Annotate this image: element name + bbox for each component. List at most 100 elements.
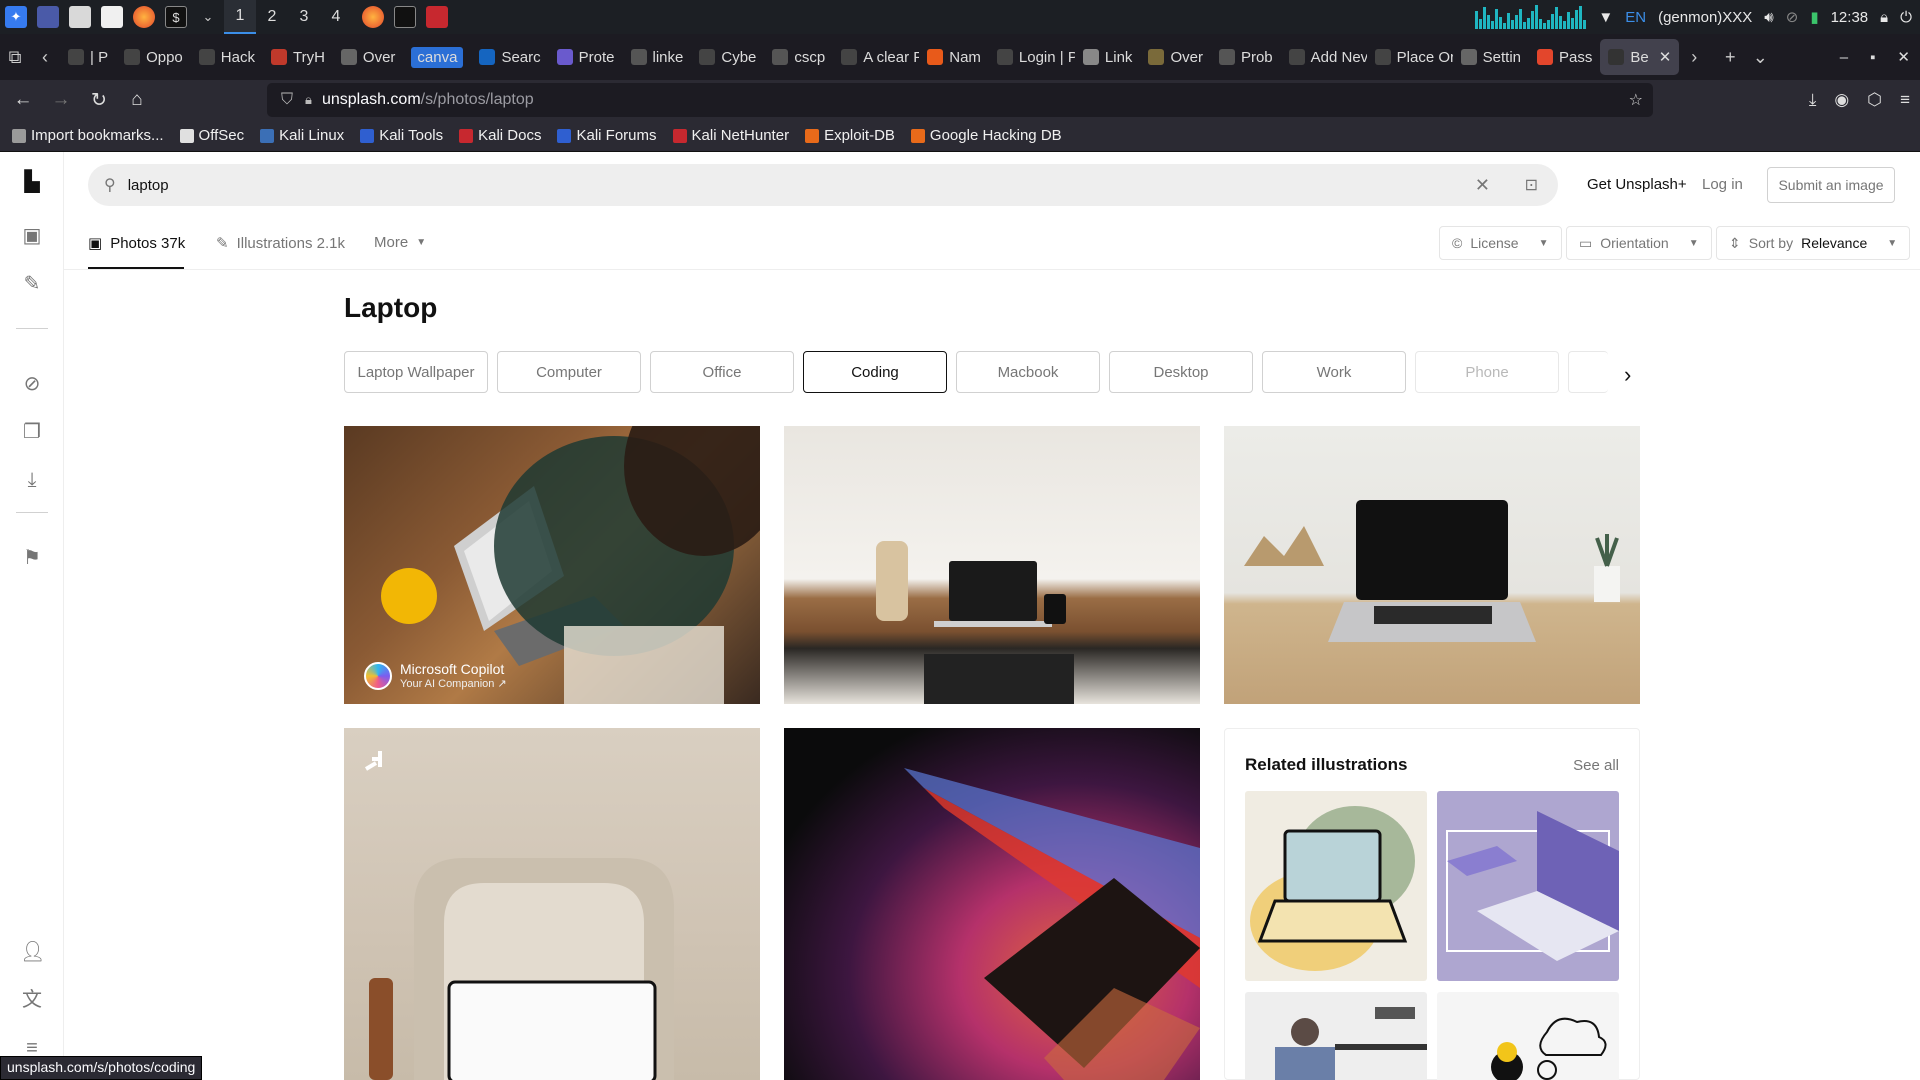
battery-icon[interactable]: ▮ [1810, 8, 1818, 26]
see-all-link[interactable]: See all [1573, 757, 1619, 774]
maximize-icon[interactable]: ▪ [1870, 49, 1875, 66]
firefox-window-icon[interactable] [362, 6, 384, 28]
sponsor-badge[interactable]: Microsoft Copilot Your AI Companion ↗ [364, 661, 507, 690]
files-icon[interactable] [69, 6, 91, 28]
photo-laptop-on-wooden-desk[interactable] [1224, 426, 1640, 704]
chip-coding[interactable]: Coding [803, 351, 947, 393]
firefox-icon[interactable] [133, 6, 155, 28]
browser-tab[interactable]: cscp [764, 39, 833, 75]
chevron-right-icon[interactable]: › [1624, 362, 1631, 388]
download-icon[interactable]: ⤓ [20, 468, 44, 492]
illustration-cloud-doodle[interactable] [1437, 992, 1619, 1080]
browser-tab[interactable]: Oppo [116, 39, 191, 75]
bookmark-item[interactable]: Google Hacking DB [910, 127, 1062, 144]
extensions-icon[interactable]: ⬡ [1867, 90, 1882, 110]
illustration-laptop-yellow[interactable] [1245, 791, 1427, 981]
explore-compass-icon[interactable]: ⊘ [20, 372, 44, 396]
app-window-icon[interactable] [426, 6, 448, 28]
bookmark-icon[interactable]: ⚑ [20, 546, 44, 570]
bookmark-item[interactable]: Kali Linux [260, 127, 344, 144]
workspace-2[interactable]: 2 [256, 8, 288, 26]
close-window-icon[interactable]: ✕ [1897, 48, 1910, 66]
bookmark-item[interactable]: Import bookmarks... [12, 127, 164, 144]
browser-tab[interactable]: Be ✕ [1600, 39, 1680, 75]
lock-icon[interactable]: 🔒︎ [1880, 9, 1888, 26]
home-icon[interactable]: ⌂ [118, 89, 156, 111]
back-icon[interactable]: ← [4, 89, 42, 111]
unsplash-logo-icon[interactable]: ▙ [20, 170, 44, 194]
sort-filter[interactable]: ⇕ Sort by Relevance ▼ [1716, 226, 1911, 260]
browser-tab[interactable]: Link [1075, 39, 1141, 75]
browser-tab[interactable]: Over [333, 39, 404, 75]
photo-woman-typing-laptop[interactable]: Microsoft Copilot Your AI Companion ↗ [344, 426, 760, 704]
translate-icon[interactable]: 文 [20, 988, 44, 1012]
url-bar[interactable]: ⛉ 🔒︎ unsplash.com /s/photos/laptop ☆ [267, 83, 1653, 117]
clock[interactable]: 12:38 [1831, 9, 1869, 26]
bookmark-item[interactable]: Kali Tools [360, 127, 443, 144]
browser-tab[interactable]: A clear F [833, 39, 919, 75]
text-editor-icon[interactable] [101, 6, 123, 28]
browser-tab[interactable]: Prob [1211, 39, 1281, 75]
browser-tab[interactable]: TryH [263, 39, 333, 75]
list-tabs-icon[interactable]: ⌄ [1745, 47, 1775, 68]
bookmark-item[interactable]: Kali Docs [459, 127, 541, 144]
chip-phone[interactable]: Phone [1415, 351, 1559, 393]
license-filter[interactable]: © License ▼ [1439, 226, 1562, 260]
chip-macbook[interactable]: Macbook [956, 351, 1100, 393]
bookmark-star-icon[interactable]: ☆ [1629, 90, 1643, 110]
browser-tab[interactable]: Place Or [1367, 39, 1453, 75]
visual-search-icon[interactable]: ⊡ [1525, 175, 1538, 195]
photo-macbook-keyboard-colorful[interactable] [784, 728, 1200, 1080]
browser-tab[interactable]: linke [623, 39, 692, 75]
browser-tab[interactable]: Add Nev [1281, 39, 1367, 75]
minimize-icon[interactable]: – [1840, 49, 1848, 66]
get-unsplash-plus-link[interactable]: Get Unsplash+ [1587, 176, 1687, 193]
orientation-filter[interactable]: ▭ Orientation ▼ [1566, 226, 1712, 260]
notifications-icon[interactable]: ⊘ [1786, 8, 1799, 26]
browser-tab[interactable]: Prote [549, 39, 623, 75]
browser-tab[interactable]: Hack [191, 39, 263, 75]
more-dropdown[interactable]: More ▼ [374, 234, 426, 251]
account-icon[interactable]: ◉ [1834, 90, 1849, 110]
collections-icon[interactable]: ❐ [20, 420, 44, 444]
submit-image-button[interactable]: Submit an image [1767, 167, 1895, 203]
terminal-icon[interactable]: $ [165, 6, 187, 28]
bookmark-item[interactable]: OffSec [179, 127, 244, 144]
chevron-down-icon[interactable]: ⌄ [197, 6, 219, 28]
workspace-4[interactable]: 4 [320, 8, 352, 26]
language-indicator[interactable]: EN [1625, 9, 1646, 26]
menu-icon[interactable]: ≡ [1900, 90, 1910, 110]
workspace-3[interactable]: 3 [288, 8, 320, 26]
close-tab-icon[interactable]: ✕ [1659, 48, 1672, 66]
browser-tab[interactable]: Pass [1529, 39, 1600, 75]
clear-search-icon[interactable]: ✕ [1475, 175, 1490, 196]
bookmark-item[interactable]: Kali NetHunter [672, 127, 789, 144]
shield-icon[interactable]: ⛉ [281, 91, 293, 109]
browser-tab[interactable]: | P [60, 39, 116, 75]
workspace-1[interactable]: 1 [224, 0, 256, 34]
search-input[interactable]: ⚲ laptop ✕ ⊡ [88, 164, 1558, 206]
scroll-tabs-right-icon[interactable]: › [1679, 47, 1709, 68]
browser-tab[interactable]: Cybe [691, 39, 764, 75]
power-icon[interactable]: ⏻ [1900, 9, 1912, 26]
reload-icon[interactable]: ↻ [80, 89, 118, 112]
kali-menu-icon[interactable]: ✦ [5, 6, 27, 28]
user-icon[interactable]: 👤︎ [20, 940, 45, 964]
chip-office[interactable]: Office [650, 351, 794, 393]
illustration-laptop-purple[interactable] [1437, 791, 1619, 981]
browser-tab[interactable]: Searc [471, 39, 548, 75]
wifi-icon[interactable]: ▼ [1598, 9, 1613, 26]
chip-computer[interactable]: Computer [497, 351, 641, 393]
scroll-tabs-left-icon[interactable]: ‹ [30, 47, 60, 68]
chip-laptop-wallpaper[interactable]: Laptop Wallpaper [344, 351, 488, 393]
login-link[interactable]: Log in [1702, 176, 1743, 193]
downloads-icon[interactable]: ⤓ [1809, 90, 1817, 110]
photo-desk-with-laptop[interactable] [784, 426, 1200, 704]
forward-icon[interactable]: → [42, 89, 80, 111]
bookmark-item[interactable]: Exploit-DB [805, 127, 895, 144]
desktop-icon[interactable] [37, 6, 59, 28]
browser-tab[interactable]: canva [403, 39, 471, 75]
chip-work[interactable]: Work [1262, 351, 1406, 393]
tab-illustrations[interactable]: ✎ Illustrations 2.1k [216, 234, 345, 253]
browser-tab[interactable]: Nam [919, 39, 989, 75]
